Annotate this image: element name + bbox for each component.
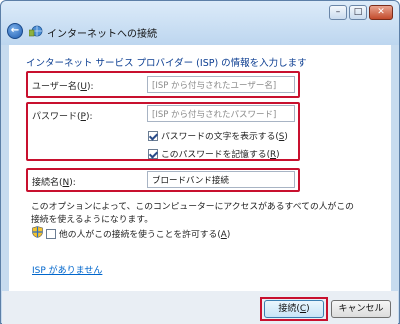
cancel-button[interactable]: キャンセル: [331, 300, 391, 318]
connect-button[interactable]: 接続(C): [264, 300, 324, 318]
uac-shield-icon: [32, 226, 43, 238]
username-label: ユーザー名(U):: [32, 82, 94, 92]
show-password-checkbox[interactable]: [148, 130, 158, 141]
network-globe-icon: [29, 25, 43, 37]
username-input[interactable]: [ISP から付与されたユーザー名]: [147, 76, 295, 93]
no-isp-link[interactable]: ISP がありません: [32, 263, 102, 276]
close-button[interactable]: ✕: [369, 5, 393, 20]
caption-buttons: – □ ✕: [329, 5, 393, 20]
remember-password-label: このパスワードを記憶する(R): [161, 150, 280, 160]
allow-others-checkbox[interactable]: [46, 228, 56, 239]
password-label: パスワード(P):: [32, 112, 93, 122]
allow-others-note: このオプションによって、このコンピューターにアクセスがあるすべての人がこの接続を…: [31, 202, 354, 225]
page-heading: インターネット サービス プロバイダー (ISP) の情報を入力します: [26, 58, 307, 69]
remember-password-checkbox[interactable]: [148, 148, 158, 159]
password-input[interactable]: [ISP から付与されたパスワード]: [147, 105, 295, 122]
connection-name-input[interactable]: ブロードバンド接続: [147, 171, 295, 188]
connection-name-label: 接続名(N):: [32, 178, 76, 188]
remember-password-checkbox-row[interactable]: このパスワードを記憶する(R): [148, 147, 280, 160]
back-arrow-button[interactable]: ←: [7, 23, 23, 39]
title-bar: – □ ✕ ← インターネットへの接続: [1, 1, 399, 45]
show-password-label: パスワードの文字を表示する(S): [161, 132, 288, 142]
allow-others-label: 他の人がこの接続を使うことを許可する(A): [59, 230, 231, 240]
maximize-button[interactable]: □: [349, 5, 367, 20]
minimize-button[interactable]: –: [329, 5, 347, 20]
window-title: インターネットへの接続: [47, 29, 157, 40]
show-password-checkbox-row[interactable]: パスワードの文字を表示する(S): [148, 129, 288, 142]
connect-dialog-window: – □ ✕ ← インターネットへの接続 インターネット サービス プロバイダー …: [0, 0, 400, 324]
allow-others-checkbox-row[interactable]: 他の人がこの接続を使うことを許可する(A): [46, 227, 230, 240]
